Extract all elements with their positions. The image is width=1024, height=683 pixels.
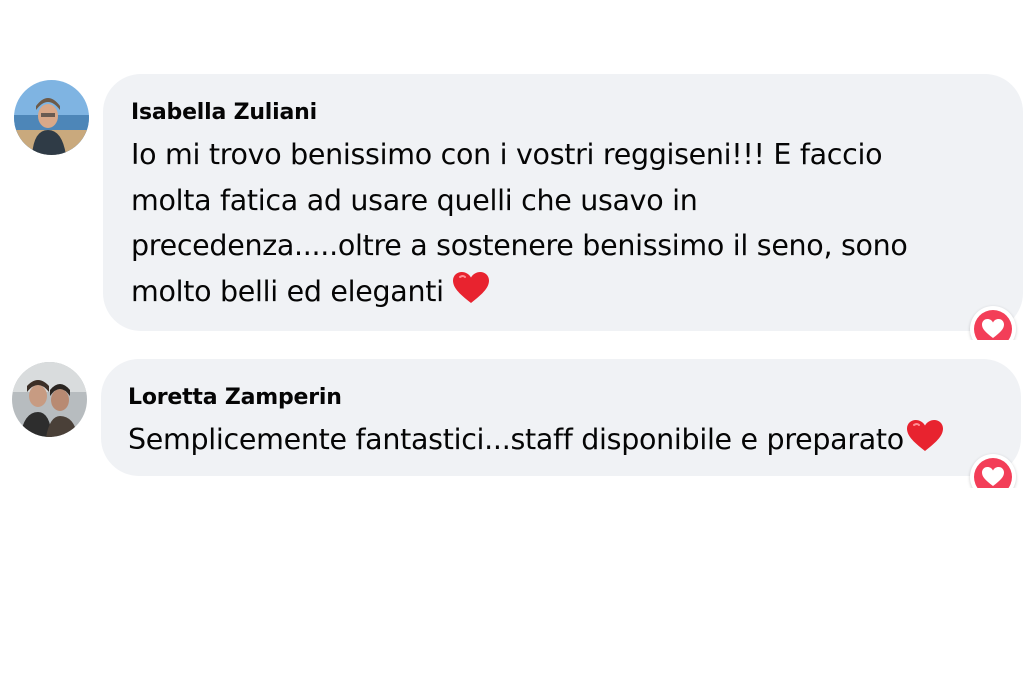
heart-emoji-icon [906,419,944,467]
comment-bubble: Isabella Zuliani Io mi trovo benissimo c… [103,74,1023,331]
heart-emoji-icon [452,271,490,319]
comment-text: Semplicemente fantastici...staff disponi… [128,417,944,467]
comment-text: Io mi trovo benissimo con i vostri reggi… [131,132,908,318]
reaction-crop [962,300,1024,340]
comment-bubble: Loretta Zamperin Semplicemente fantastic… [101,359,1021,476]
comment-line: molto belli ed eleganti [131,274,444,308]
comment-author[interactable]: Loretta Zamperin [128,385,342,410]
comment-line-wrapper: Semplicemente fantastici...staff disponi… [128,417,944,467]
comments-panel: Isabella Zuliani Io mi trovo benissimo c… [0,0,1024,683]
comment-line: Semplicemente fantastici...staff disponi… [128,423,904,456]
avatar-isabella-zuliani[interactable] [14,80,89,155]
comment-line-wrapper: molto belli ed eleganti [131,269,908,319]
profile-photo-icon [12,362,87,437]
avatar-loretta-zamperin[interactable] [12,362,87,437]
comment-author[interactable]: Isabella Zuliani [131,100,317,125]
love-reaction-badge[interactable] [970,306,1016,340]
love-reaction-icon [974,458,1012,488]
reaction-crop [962,448,1024,488]
love-reaction-icon [974,310,1012,340]
comment-line: precedenza.....oltre a sostenere benissi… [131,229,908,262]
comment-line: Io mi trovo benissimo con i vostri reggi… [131,138,883,171]
love-reaction-badge[interactable] [970,454,1016,488]
profile-photo-icon [14,80,89,155]
comment-line: molta fatica ad usare quelli che usavo i… [131,183,698,217]
